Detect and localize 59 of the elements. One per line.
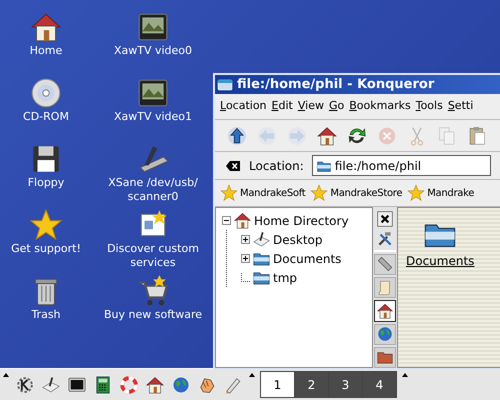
gear-icon: [15, 374, 35, 394]
desktop-icon-label[interactable]: XawTV video1: [114, 110, 192, 124]
menu-item[interactable]: Location: [220, 98, 267, 115]
lifebuoy-icon: [119, 374, 139, 394]
desktop-pager-button[interactable]: 1: [261, 372, 294, 397]
bookmark-button[interactable]: MandrakeStore: [310, 184, 402, 202]
location-value: file:/home/phil: [334, 158, 422, 174]
cart-icon: [136, 274, 170, 308]
desktop-icon-label[interactable]: Floppy: [28, 176, 64, 190]
house-icon: [145, 374, 165, 394]
location-label: Location:: [249, 158, 304, 174]
desktop-icon-label[interactable]: CD-ROM: [23, 110, 69, 124]
expander-box[interactable]: [222, 216, 231, 225]
caret-icon: [2, 371, 10, 379]
star-icon: [29, 208, 63, 242]
house-icon: [316, 124, 338, 146]
star-icon: [310, 184, 328, 202]
sidebar-tab[interactable]: [374, 300, 396, 322]
bookmark-button[interactable]: Mandrake: [407, 184, 474, 202]
tools-icon: [376, 230, 394, 248]
menu-item[interactable]: View: [298, 98, 324, 115]
tree-item[interactable]: Desktop: [273, 230, 322, 248]
menu-item[interactable]: Edit: [272, 98, 293, 115]
desktop-icon-label[interactable]: Get support!: [11, 242, 81, 256]
bookmark-button[interactable]: MandrakeSoft: [220, 184, 306, 202]
desktop-icon-label[interactable]: Buy new software: [104, 308, 202, 322]
menu-item[interactable]: Go: [328, 98, 344, 115]
desktop-icon-label[interactable]: XawTV video0: [114, 44, 192, 58]
menu-item[interactable]: Bookmarks: [349, 98, 411, 115]
house-icon: [233, 211, 252, 230]
desktop-pager-button[interactable]: 3: [329, 372, 362, 397]
menu-item[interactable]: Setti: [448, 98, 474, 115]
desktop-icon-label[interactable]: XSane /dev/usb/ scanner0: [97, 176, 209, 204]
sidebar-tab[interactable]: [374, 346, 396, 368]
sidebar-tab[interactable]: [374, 254, 396, 275]
disc-icon: [29, 76, 63, 110]
globe-icon: [376, 325, 394, 344]
ruler-icon: [376, 255, 394, 274]
close-icon: [376, 210, 394, 228]
tree-item[interactable]: Documents: [273, 250, 342, 268]
desktop-icon-label[interactable]: Trash: [31, 308, 61, 322]
star-icon: [407, 184, 426, 202]
desktop-pager-button[interactable]: 2: [295, 372, 328, 397]
location-field[interactable]: file:/home/phil: [312, 155, 491, 176]
file-item[interactable]: Documents: [406, 252, 474, 270]
star-icon: [220, 184, 238, 202]
tree-item[interactable]: Home Directory: [254, 212, 349, 230]
expander-box[interactable]: [241, 254, 250, 263]
desktop-icon-label[interactable]: Home: [30, 44, 62, 58]
globe-icon: [171, 374, 191, 394]
desktop-icon-label[interactable]: Discover custom services: [97, 242, 209, 270]
window-icon: [217, 76, 233, 92]
expander-box[interactable]: [241, 235, 250, 244]
desktop-pager-button[interactable]: 4: [363, 372, 396, 397]
tree-item[interactable]: tmp: [273, 268, 298, 286]
tree-branch-line: [241, 273, 250, 282]
menu-item[interactable]: Tools: [416, 98, 443, 115]
house-icon: [376, 302, 394, 320]
window-title: file:/home/phil - Konqueror: [237, 76, 434, 94]
